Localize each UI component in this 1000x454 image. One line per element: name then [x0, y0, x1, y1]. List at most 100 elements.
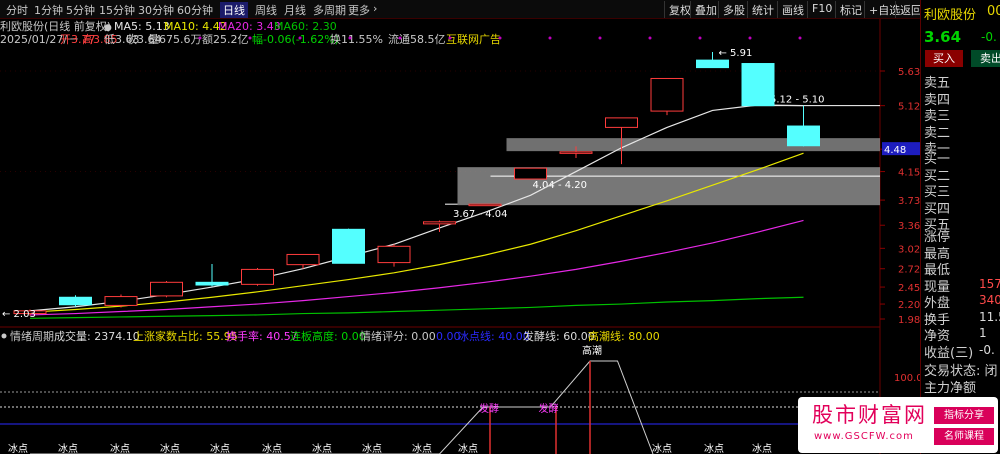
signal-dot: [348, 36, 352, 40]
toolbar-button-1[interactable]: 叠加: [690, 1, 721, 18]
quote-field: 额25.2亿: [202, 33, 249, 46]
period-tab-10[interactable]: 更多: [348, 2, 370, 18]
buy-button[interactable]: 买入: [925, 50, 963, 67]
quote-field: 互联网广告: [446, 33, 501, 46]
net-inflow-label: 主力净额: [924, 381, 977, 396]
zone-label-low: 3.67 - 4.04: [453, 209, 508, 220]
more-chevron-icon[interactable]: ›: [373, 2, 377, 15]
side-stock-name: 利欧股份: [924, 8, 977, 23]
period-tab-6[interactable]: 日线: [220, 2, 248, 18]
stat-value-7: -0.: [979, 342, 995, 357]
price-axis-label: 4.48: [884, 145, 906, 156]
signal-dot: [448, 36, 452, 40]
ferment-label: 发酵: [539, 402, 559, 415]
side-stock-code: 002: [987, 4, 1000, 19]
candle-down: [741, 63, 775, 107]
period-tab-8[interactable]: 月线: [284, 2, 306, 18]
signal-dot: [748, 36, 752, 40]
toolbar-button-2[interactable]: 多股: [718, 1, 749, 18]
indicator-value: 换手率: 40.57: [226, 329, 298, 343]
sell-button[interactable]: 卖出: [971, 50, 1000, 67]
signal-dot: [198, 36, 202, 40]
chart-title: 利欧股份(日线 前复权): [0, 19, 111, 33]
ice-label: 冰点: [262, 442, 282, 454]
candle-up: [468, 203, 502, 207]
ma5-line: [29, 104, 804, 312]
quote-field: 流通58.5亿: [388, 32, 446, 46]
toolbar-button-3[interactable]: 统计: [747, 1, 778, 18]
price-axis-label: 1.98: [898, 315, 920, 326]
signal-dot: [548, 36, 552, 40]
candle-down: [59, 296, 92, 306]
stat-value-3: 157: [979, 276, 1000, 291]
ice-label: 冰点: [704, 442, 724, 454]
indicator-value: 上涨家数占比: 55.95: [133, 329, 238, 343]
price-axis-label: 2.45: [898, 283, 920, 294]
side-price: 3.64: [924, 28, 962, 46]
climax-label: 高潮: [582, 344, 602, 357]
candle-up: [650, 77, 684, 112]
stat-value-5: 11.5: [979, 309, 1000, 324]
period-tab-1[interactable]: 1分钟: [34, 2, 63, 18]
toolbar-button-4[interactable]: 画线: [777, 1, 808, 18]
watermark-title: 股市财富网: [812, 403, 927, 427]
zone-label-upper: 5.12 - 5.10: [770, 95, 825, 106]
watermark-url: www.GSCFW.com: [814, 431, 914, 442]
price-axis-label: 4.15: [898, 168, 920, 179]
candle-down: [332, 228, 365, 264]
ferment-label: 发酵: [479, 402, 499, 415]
kline-chart[interactable]: 5.63 5.12 4.48 4.15 3.73 3.36 3.02 2.72 2.45 2.20…: [0, 19, 920, 454]
period-tab-0[interactable]: 分时: [6, 2, 28, 18]
indicator-settings-icon: [1, 333, 7, 339]
indicator-name: 情绪周期: [10, 329, 54, 343]
high-annotation: ← 5.91: [719, 48, 753, 59]
candle-up: [377, 245, 411, 264]
period-tab-9[interactable]: 多周期: [313, 2, 346, 18]
ice-label: 冰点: [752, 442, 772, 454]
ma20-line: [29, 219, 804, 316]
signal-dot: [648, 36, 652, 40]
ice-label: 冰点: [160, 442, 180, 454]
ice-label: 冰点: [458, 442, 478, 454]
indicator-value: 情绪评分: 0.00: [360, 329, 436, 343]
indicator-value: 高潮线: 80.00: [588, 329, 660, 343]
ma-label: MA60: 2.30: [274, 20, 337, 33]
toolbar-button-5[interactable]: F10: [807, 1, 836, 18]
indicator-value: 冰点线: 40.00: [458, 329, 530, 343]
indicator-value: 0.00: [436, 330, 461, 343]
period-tab-4[interactable]: 30分钟: [138, 2, 174, 18]
ma60-line: [29, 296, 804, 319]
candle-down: [696, 59, 729, 69]
ma-label: MA20: 3.43: [218, 20, 281, 33]
tag-teacher-course[interactable]: 名师课程: [934, 428, 994, 445]
low-annotation: ← 2.03: [2, 309, 36, 320]
price-axis-label: 5.63: [898, 67, 920, 78]
period-tab-5[interactable]: 60分钟: [177, 2, 213, 18]
ice-label: 冰点: [312, 442, 332, 454]
tag-indicator-share[interactable]: 指标分享: [934, 407, 994, 424]
ma-label: MA5: 5.13: [114, 20, 170, 33]
indicator-value: 发酵线: 60.00: [523, 329, 595, 343]
candle-up: [559, 151, 593, 154]
quote-field: 幅-0.06(-1.62%): [252, 33, 339, 46]
toolbar-button-6[interactable]: 标记: [835, 1, 866, 18]
period-tab-3[interactable]: 15分钟: [99, 2, 135, 18]
quote-panel: 利欧股份 002 3.64 -0. 买入 卖出 交易状态: 闭 主力净额 卖五卖…: [920, 0, 1000, 454]
period-tab-2[interactable]: 5分钟: [66, 2, 95, 18]
candle-up: [241, 268, 274, 285]
candle-up: [286, 253, 320, 266]
candle-up: [150, 281, 183, 297]
price-axis-label: 3.02: [898, 244, 920, 255]
ice-label: 冰点: [8, 442, 28, 454]
ice-label: 冰点: [362, 442, 382, 454]
price-axis-label: 2.72: [898, 265, 920, 276]
signal-dot: [798, 36, 802, 40]
candle-down: [787, 125, 820, 147]
signal-dot: [498, 36, 502, 40]
candle-up: [514, 167, 547, 180]
quote-field: 换11.55%: [330, 32, 383, 46]
price-axis-label: 3.73: [898, 196, 920, 207]
period-toolbar: 分时 1分钟 5分钟 15分钟 30分钟 60分钟 日线 周线 月线 多周期 更多 › 复权 叠加 多股 统计…: [0, 0, 1000, 19]
signal-dot: [398, 36, 402, 40]
period-tab-7[interactable]: 周线: [255, 2, 277, 18]
